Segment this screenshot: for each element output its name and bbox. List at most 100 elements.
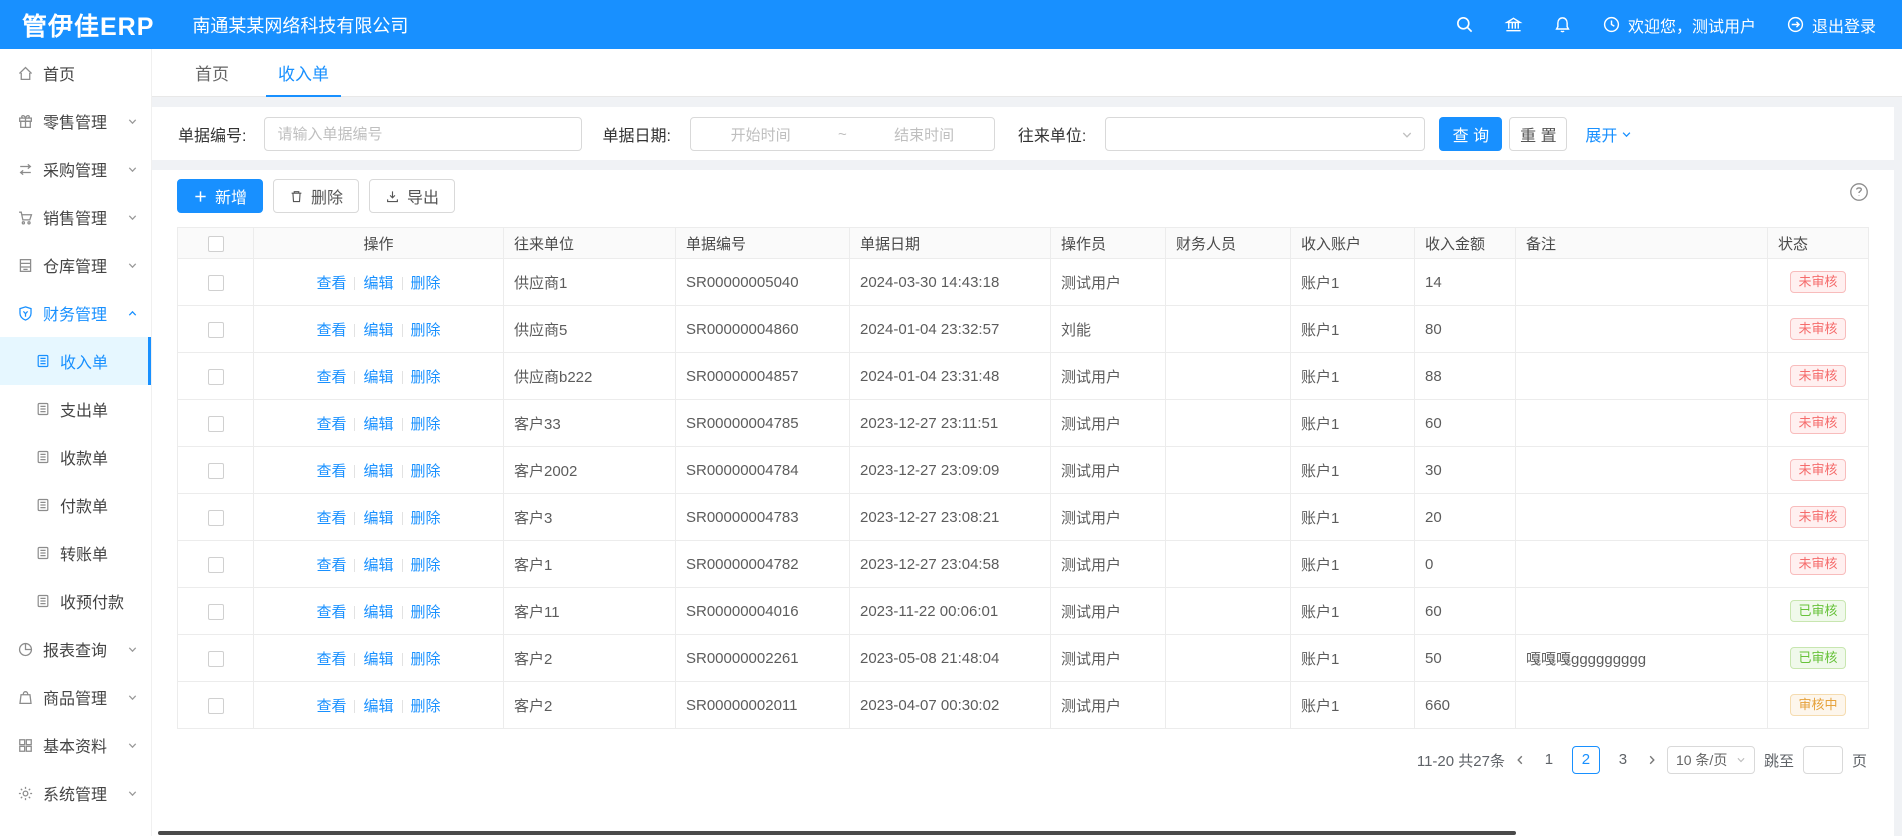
view-link[interactable]: 查看 (316, 416, 346, 433)
row-checkbox[interactable] (208, 322, 224, 338)
row-checkbox[interactable] (208, 651, 224, 667)
sidebar-item-home[interactable]: 首页 (0, 49, 151, 97)
sidebar-item-reports[interactable]: 报表查询 (0, 625, 151, 673)
edit-link[interactable]: 编辑 (363, 369, 393, 386)
sidebar-item-receipt-doc[interactable]: 收款单 (0, 433, 151, 481)
select-all-checkbox[interactable] (208, 236, 224, 252)
sidebar-item-basedata[interactable]: 基本资料 (0, 721, 151, 769)
logout-button[interactable]: 退出登录 (1786, 13, 1876, 37)
logout-text: 退出登录 (1812, 13, 1876, 37)
search-button[interactable]: 查 询 (1439, 117, 1502, 151)
export-button[interactable]: 导出 (369, 179, 455, 213)
row-checkbox[interactable] (208, 557, 224, 573)
cell-partner: 客户11 (504, 588, 676, 635)
cell-operator: 测试用户 (1051, 400, 1166, 447)
add-button[interactable]: 新增 (177, 179, 263, 213)
cell-finance-staff (1166, 494, 1291, 541)
bell-icon[interactable] (1553, 15, 1572, 34)
delete-link[interactable]: 删除 (411, 698, 441, 715)
delete-link[interactable]: 删除 (411, 463, 441, 480)
cell-operator: 测试用户 (1051, 447, 1166, 494)
sidebar-item-payment-doc[interactable]: 付款单 (0, 481, 151, 529)
cell-finance-staff (1166, 306, 1291, 353)
horizontal-scrollbar[interactable] (158, 831, 1516, 835)
view-link[interactable]: 查看 (316, 322, 346, 339)
expand-toggle[interactable]: 展开 (1585, 122, 1632, 146)
view-link[interactable]: 查看 (316, 275, 346, 292)
home-bank-icon[interactable] (1504, 15, 1523, 34)
page-3[interactable]: 3 (1609, 746, 1637, 774)
trash-icon (289, 189, 304, 204)
sidebar-item-expense-doc[interactable]: 支出单 (0, 385, 151, 433)
company-name: 南通某某网络科技有限公司 (192, 12, 408, 38)
cell-date: 2024-03-30 14:43:18 (850, 259, 1051, 306)
sidebar-item-retail[interactable]: 零售管理 (0, 97, 151, 145)
view-link[interactable]: 查看 (316, 698, 346, 715)
sidebar-item-transfer-doc[interactable]: 转账单 (0, 529, 151, 577)
page-1[interactable]: 1 (1535, 746, 1563, 774)
delete-link[interactable]: 删除 (411, 416, 441, 433)
delete-link[interactable]: 删除 (411, 557, 441, 574)
delete-link[interactable]: 删除 (411, 369, 441, 386)
edit-link[interactable]: 编辑 (363, 698, 393, 715)
partner-select[interactable] (1105, 117, 1425, 151)
edit-link[interactable]: 编辑 (363, 557, 393, 574)
delete-link[interactable]: 删除 (411, 604, 441, 621)
sidebar-item-goods[interactable]: 商品管理 (0, 673, 151, 721)
help-icon[interactable] (1849, 182, 1869, 202)
delete-link[interactable]: 删除 (411, 275, 441, 292)
view-link[interactable]: 查看 (316, 369, 346, 386)
row-checkbox[interactable] (208, 463, 224, 479)
edit-link[interactable]: 编辑 (363, 463, 393, 480)
row-checkbox[interactable] (208, 369, 224, 385)
view-link[interactable]: 查看 (316, 463, 346, 480)
cell-account: 账户1 (1291, 400, 1415, 447)
document-icon (35, 593, 51, 609)
sidebar-item-sales[interactable]: 销售管理 (0, 193, 151, 241)
cell-remark (1516, 353, 1768, 400)
page-2-active[interactable]: 2 (1572, 746, 1600, 774)
sidebar-item-purchase[interactable]: 采购管理 (0, 145, 151, 193)
cell-date: 2024-01-04 23:32:57 (850, 306, 1051, 353)
row-checkbox[interactable] (208, 275, 224, 291)
page-size-select[interactable]: 10 条/页 (1667, 746, 1755, 774)
sidebar-item-system[interactable]: 系统管理 (0, 769, 151, 817)
delete-button[interactable]: 删除 (273, 179, 359, 213)
view-link[interactable]: 查看 (316, 557, 346, 574)
cell-finance-staff (1166, 353, 1291, 400)
chevron-down-icon (127, 740, 138, 751)
jump-page-input[interactable] (1803, 746, 1843, 774)
delete-link[interactable]: 删除 (411, 510, 441, 527)
doc-no-input[interactable] (264, 117, 582, 151)
reset-button[interactable]: 重 置 (1509, 117, 1567, 151)
user-menu[interactable]: 欢迎您，测试用户 (1602, 13, 1756, 37)
date-range-picker[interactable]: 开始时间 ~ 结束时间 (690, 117, 995, 151)
row-checkbox[interactable] (208, 604, 224, 620)
view-link[interactable]: 查看 (316, 604, 346, 621)
sidebar-item-label: 采购管理 (43, 157, 107, 181)
sidebar-item-finance[interactable]: 财务管理 (0, 289, 151, 337)
row-checkbox[interactable] (208, 416, 224, 432)
sidebar-item-advance-doc[interactable]: 收预付款 (0, 577, 151, 625)
edit-link[interactable]: 编辑 (363, 275, 393, 292)
sidebar-item-income-doc[interactable]: 收入单 (0, 337, 151, 385)
edit-link[interactable]: 编辑 (363, 604, 393, 621)
expand-label: 展开 (1585, 122, 1617, 146)
edit-link[interactable]: 编辑 (363, 510, 393, 527)
delete-link[interactable]: 删除 (411, 322, 441, 339)
sidebar-item-warehouse[interactable]: 仓库管理 (0, 241, 151, 289)
delete-link[interactable]: 删除 (411, 651, 441, 668)
tab-home[interactable]: 首页 (183, 49, 241, 96)
edit-link[interactable]: 编辑 (363, 322, 393, 339)
edit-link[interactable]: 编辑 (363, 416, 393, 433)
next-page-icon[interactable] (1646, 754, 1658, 766)
view-link[interactable]: 查看 (316, 510, 346, 527)
view-link[interactable]: 查看 (316, 651, 346, 668)
tab-income-doc[interactable]: 收入单 (266, 49, 341, 96)
edit-link[interactable]: 编辑 (363, 651, 393, 668)
cell-operator: 测试用户 (1051, 494, 1166, 541)
prev-page-icon[interactable] (1514, 754, 1526, 766)
row-checkbox[interactable] (208, 510, 224, 526)
search-icon[interactable] (1455, 15, 1474, 34)
row-checkbox[interactable] (208, 698, 224, 714)
